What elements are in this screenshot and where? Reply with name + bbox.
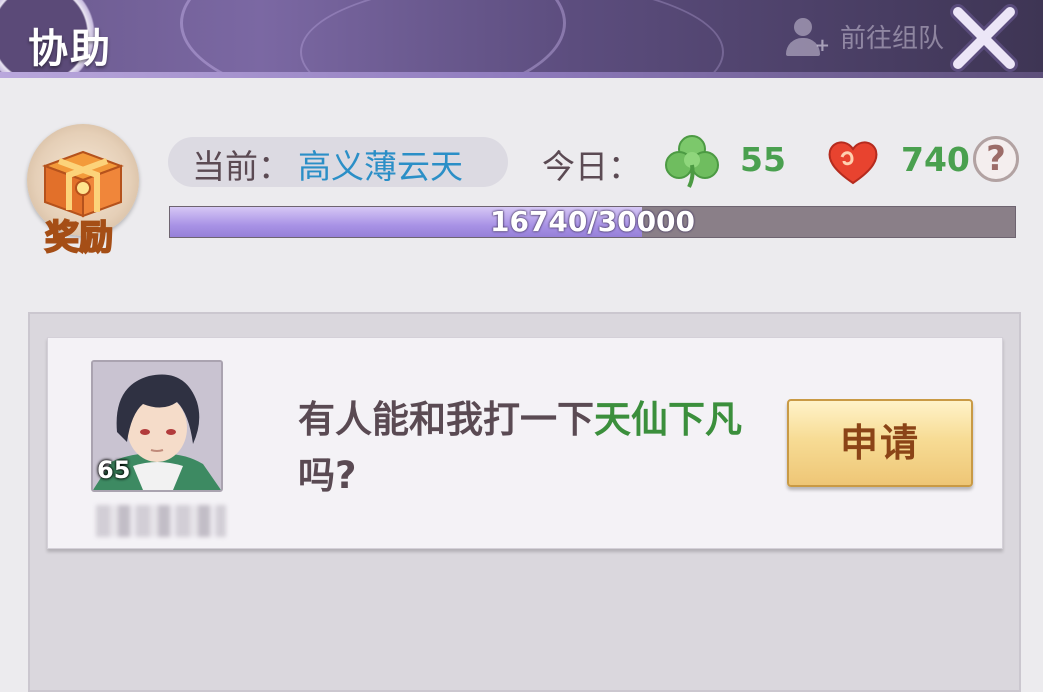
progress-text: 16740/30000 <box>489 206 696 238</box>
message-highlight: 天仙下凡 <box>594 398 742 441</box>
close-icon[interactable] <box>948 4 1020 72</box>
add-person-icon: + <box>786 16 830 56</box>
treasure-chest-icon <box>42 150 124 218</box>
reward-button[interactable]: 奖励 <box>27 124 142 259</box>
title-bar: 协助 + 前往组队 <box>0 0 1043 78</box>
help-button[interactable]: ? <box>973 136 1019 182</box>
reward-label: 奖励 <box>44 217 114 259</box>
message-text: 有人能和我打一下 <box>298 398 594 441</box>
heart-icon <box>828 141 878 185</box>
avatar[interactable]: 65 <box>91 360 223 492</box>
apply-button[interactable]: 申请 <box>787 399 973 487</box>
clover-icon <box>665 135 719 188</box>
dialog-title: 协助 <box>28 26 112 72</box>
message-text-end: 吗? <box>298 454 357 497</box>
progress-bar: 16740/30000 <box>169 206 1016 238</box>
heart-count: 740 <box>901 140 970 179</box>
request-message: 有人能和我打一下天仙下凡吗? <box>298 392 758 504</box>
goto-team-button[interactable]: + 前往组队 <box>786 14 944 58</box>
header-decoration <box>300 0 724 78</box>
today-label: 今日： <box>542 147 641 186</box>
clover-count: 55 <box>740 140 786 179</box>
player-name-blurred <box>96 505 226 537</box>
goto-team-label: 前往组队 <box>840 23 945 54</box>
current-title-value: 高义薄云天 <box>298 147 463 186</box>
level-badge: 65 <box>97 456 131 484</box>
current-label: 当前： <box>192 147 291 186</box>
